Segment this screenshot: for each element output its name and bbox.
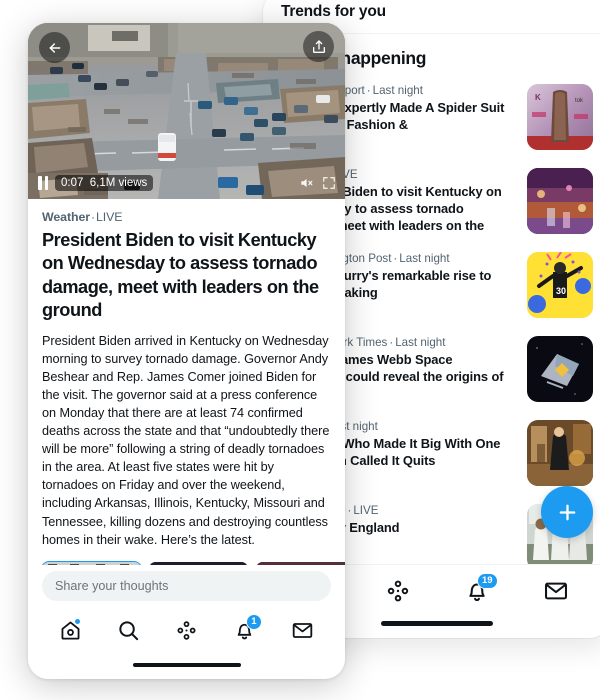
clip-thumbnail[interactable]: Mayfield 0:20 [41,560,142,565]
news-time: Last night [372,84,423,97]
nav-spaces-icon[interactable] [175,619,198,642]
article-headline: President Biden to visit Kentucky on Wed… [42,230,319,320]
notifications-badge: 1 [245,614,263,630]
mute-icon [301,178,313,188]
back-button[interactable] [39,32,70,63]
nav-home-icon[interactable] [59,618,82,642]
live-badge: LIVE [96,210,123,224]
card-bottom-nav: 1 [28,609,345,679]
news-thumbnail[interactable]: 30 [527,252,593,319]
article-kicker: Weather·LIVE [42,210,331,224]
composer [28,565,345,609]
news-time: Last night [395,336,446,350]
article-body: Weather·LIVE President Biden to visit Ke… [28,199,345,565]
svg-text:30: 30 [556,286,566,296]
share-thoughts-input[interactable] [42,571,331,601]
news-thumbnail[interactable] [527,420,593,487]
trends-header-title: Trends for you [281,2,386,20]
news-thumbnail[interactable] [527,168,593,234]
svg-text:K: K [535,93,541,102]
pause-icon[interactable] [38,176,48,190]
news-detail-card: 0:07 6,1M views Weather·LIVE President B… [28,23,345,679]
nav-messages-icon[interactable] [543,578,569,604]
screen: Trends for you What's happening Bleacher… [0,0,600,700]
nav-search-icon[interactable] [117,619,140,642]
svg-text:tok: tok [575,98,584,104]
news-thumbnail[interactable]: K tok [527,84,593,150]
home-indicator [132,662,241,667]
notifications-badge: 19 [476,573,499,589]
video-right-controls [299,176,336,190]
clip-thumbnail[interactable]: 1:07 [256,561,345,565]
article-category: Weather [42,210,90,224]
video-controls: 0:07 6,1M views [38,175,154,191]
clip-thumbnail[interactable]: 0:41 [149,561,248,565]
nav-notifications-icon[interactable]: 1 [233,614,263,642]
compose-tweet-fab[interactable] [541,486,593,538]
fullscreen-icon [323,177,335,189]
related-clips: Mayfield 0:20 [41,560,345,565]
nav-spaces-icon[interactable] [385,578,411,604]
news-thumbnail[interactable] [527,336,593,403]
nav-notifications-icon[interactable]: 19 [464,573,499,604]
video-player[interactable]: 0:07 6,1M views [28,23,345,199]
video-views: 6,1M views [89,177,148,189]
share-button[interactable] [303,31,334,62]
news-time: Last night [399,252,450,266]
video-timestamp: 0:07 6,1M views [55,175,154,191]
nav-messages-icon[interactable] [291,619,314,642]
video-elapsed: 0:07 [61,177,84,189]
article-summary: President Biden arrived in Kentucky on W… [42,334,330,547]
news-time: LIVE [353,504,379,518]
home-indicator [381,621,493,626]
